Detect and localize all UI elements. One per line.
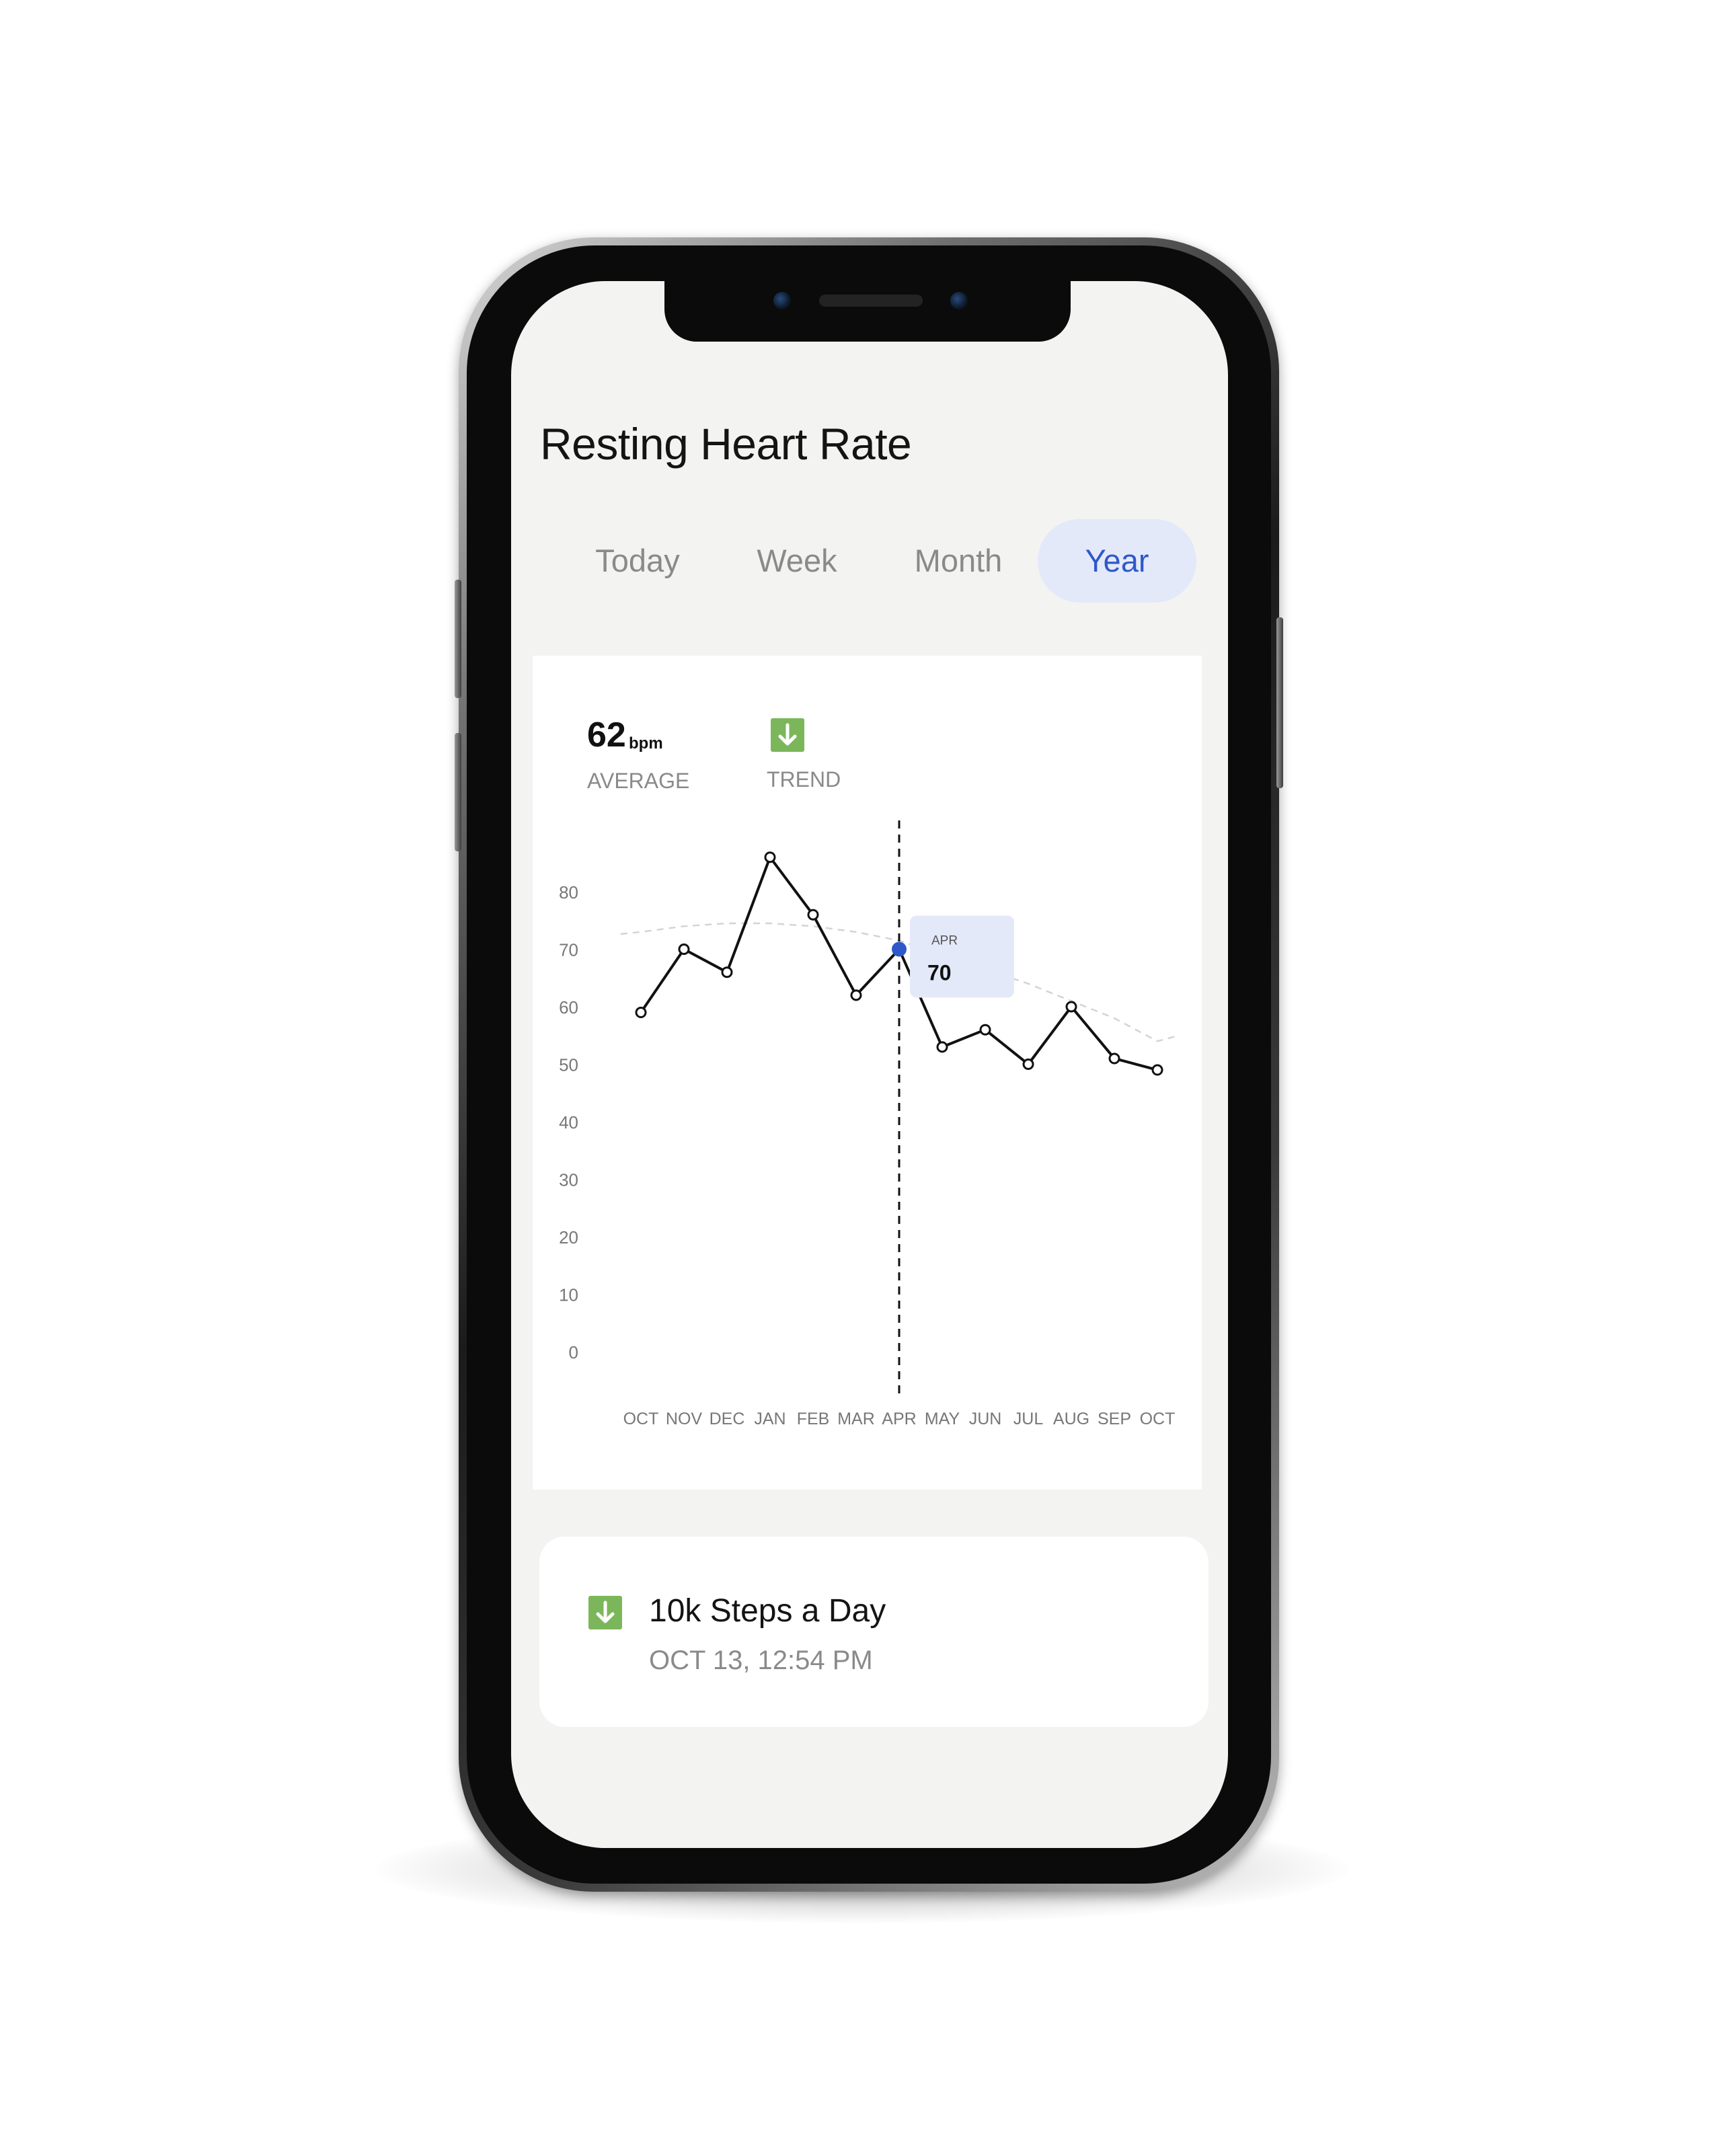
y-tick-label: 70 xyxy=(559,940,578,960)
tooltip-box xyxy=(910,915,1014,998)
data-point xyxy=(1065,1001,1077,1013)
camera-icon xyxy=(773,292,791,309)
tooltip-month: APR xyxy=(931,934,958,948)
goal-title: 10k Steps a Day xyxy=(649,1593,886,1629)
tab-month[interactable]: Month xyxy=(894,519,1022,603)
speaker-grille xyxy=(819,295,923,307)
x-tick-label: OCT xyxy=(623,1410,659,1428)
data-point xyxy=(850,989,862,1001)
data-point xyxy=(678,944,690,955)
x-tick-label: JUN xyxy=(969,1410,1002,1428)
highlight-point xyxy=(892,941,907,957)
y-tick-label: 80 xyxy=(559,882,578,902)
y-tick-label: 40 xyxy=(559,1112,578,1132)
data-point xyxy=(635,1007,647,1019)
tab-week[interactable]: Week xyxy=(740,519,854,603)
x-tick-label: MAY xyxy=(925,1410,960,1428)
y-tick-label: 30 xyxy=(559,1170,578,1190)
mute-switch xyxy=(455,580,461,698)
x-tick-label: FEB xyxy=(797,1410,830,1428)
x-tick-label: APR xyxy=(882,1410,916,1428)
power-button xyxy=(1276,617,1283,788)
data-point xyxy=(721,966,733,978)
tab-year[interactable]: Year xyxy=(1038,519,1196,603)
trend-down-icon xyxy=(771,718,804,752)
x-tick-label: JUL xyxy=(1013,1410,1044,1428)
x-tick-label: OCT xyxy=(1140,1410,1176,1428)
data-point xyxy=(1151,1064,1163,1076)
x-tick-label: NOV xyxy=(666,1410,703,1428)
average-unit: bpm xyxy=(629,734,663,753)
goal-date: OCT 13, 12:54 PM xyxy=(649,1646,873,1675)
y-tick-label: 20 xyxy=(559,1227,578,1247)
average-value: 62 xyxy=(587,716,626,755)
x-tick-label: AUG xyxy=(1053,1410,1089,1428)
page-title: Resting Heart Rate xyxy=(540,419,912,469)
heart-rate-chart[interactable]: 0 10 20 30 40 50 60 70 80 OCT NOV DEC JAN FEB MAR APR MA… xyxy=(533,807,1202,1446)
volume-button xyxy=(455,733,461,851)
x-tick-label: SEP xyxy=(1098,1410,1131,1428)
y-tick-label: 60 xyxy=(559,997,578,1017)
data-point xyxy=(1108,1052,1120,1065)
notch xyxy=(664,276,1071,342)
tooltip-value: 70 xyxy=(927,961,952,985)
data-point xyxy=(1022,1058,1034,1070)
y-tick-label: 50 xyxy=(559,1055,578,1075)
average-label: AVERAGE xyxy=(587,769,690,793)
x-tick-label: DEC xyxy=(710,1410,745,1428)
y-tick-label: 0 xyxy=(569,1342,578,1362)
data-point xyxy=(979,1024,991,1036)
x-tick-label: JAN xyxy=(754,1410,785,1428)
sensor-icon xyxy=(950,292,968,309)
trend-label: TREND xyxy=(767,767,841,792)
x-tick-label: MAR xyxy=(837,1410,875,1428)
data-point xyxy=(764,851,776,863)
data-point xyxy=(936,1041,948,1053)
goal-down-icon xyxy=(588,1596,622,1629)
data-point xyxy=(807,909,819,921)
goal-card[interactable] xyxy=(539,1537,1209,1727)
y-tick-label: 10 xyxy=(559,1285,578,1305)
tab-today[interactable]: Today xyxy=(577,519,698,603)
